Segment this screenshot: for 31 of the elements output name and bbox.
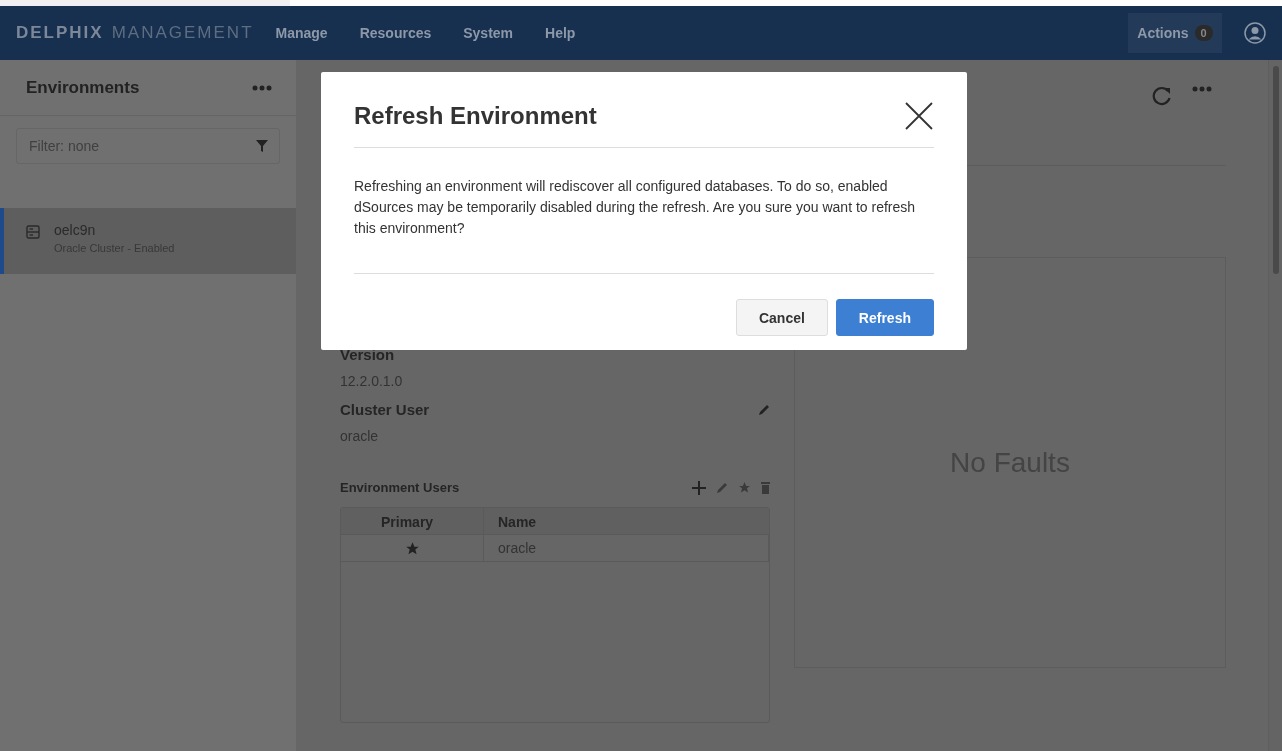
column-header: Name xyxy=(497,513,538,532)
confirm-button[interactable]: Refresh xyxy=(835,299,934,336)
more-icon[interactable] xyxy=(1192,86,1212,92)
trash-icon[interactable] xyxy=(761,481,770,494)
brand-name: DELPHIX xyxy=(16,23,104,43)
field-label: Version xyxy=(340,346,395,363)
user-avatar-icon[interactable] xyxy=(1244,22,1266,44)
filter-icon[interactable] xyxy=(256,140,268,152)
nav-link[interactable]: Help xyxy=(545,25,576,41)
refresh-icon[interactable] xyxy=(1152,86,1172,106)
nav-link[interactable]: System xyxy=(463,25,514,41)
pencil-icon[interactable] xyxy=(716,481,728,494)
cancel-button[interactable]: Cancel xyxy=(735,299,828,336)
dialog-message: Refreshing an environment will rediscover all configured databases. To do so, enabled dSources may be temporarily disabled during the refresh. Are you sure you want to refresh this environment? xyxy=(354,148,934,274)
column-header: Primary xyxy=(341,508,484,534)
actions-button[interactable]: Actions 0 xyxy=(1128,13,1222,53)
star-icon[interactable] xyxy=(738,481,751,494)
scrollbar[interactable] xyxy=(1268,60,1282,751)
nav-link[interactable]: Resources xyxy=(359,25,432,41)
field-label: Cluster User xyxy=(340,401,430,418)
pencil-icon[interactable] xyxy=(758,403,770,416)
section-title: Environment Users xyxy=(340,480,460,495)
more-icon[interactable] xyxy=(252,84,272,91)
brand-subtitle: MANAGEMENT xyxy=(111,23,254,43)
add-icon[interactable] xyxy=(692,480,706,495)
dialog-title: Refresh Environment xyxy=(354,101,597,130)
server-icon xyxy=(26,225,40,239)
count-badge: 0 xyxy=(1194,25,1213,41)
close-button[interactable] xyxy=(904,100,934,131)
sidebar-title: Environments xyxy=(26,77,140,98)
nav-link[interactable]: Manage xyxy=(275,25,328,41)
